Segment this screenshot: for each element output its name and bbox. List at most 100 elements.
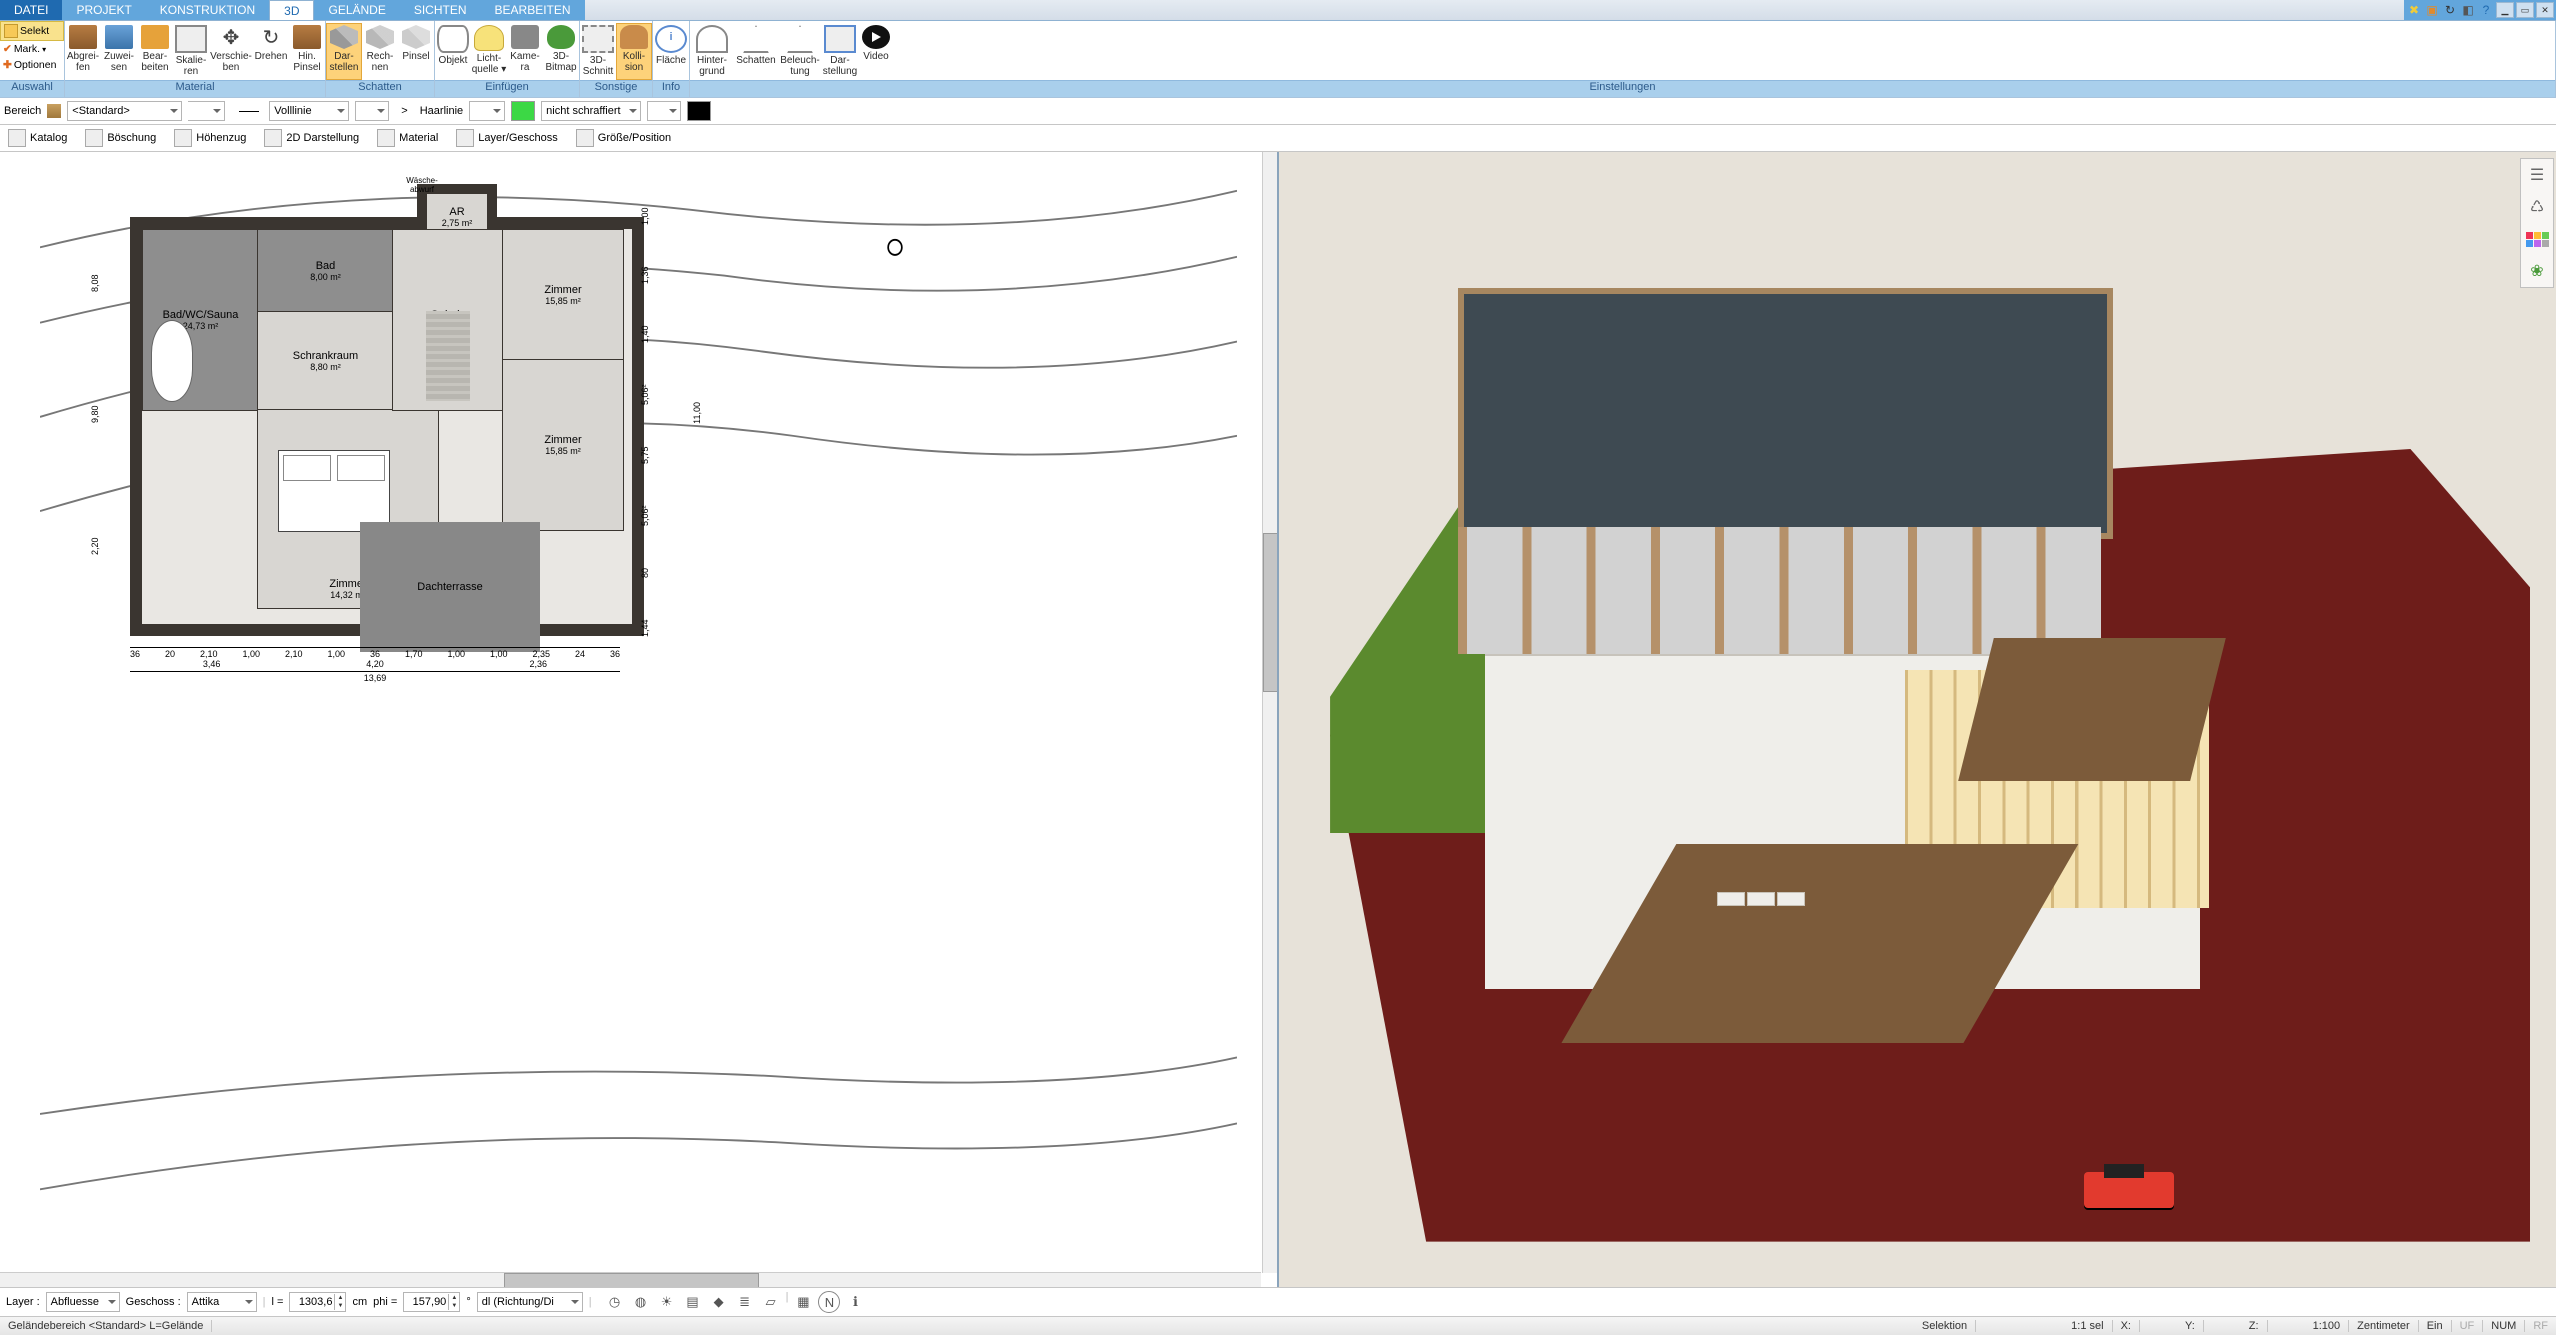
line-color-swatch[interactable]: [511, 101, 535, 121]
btn-groesseposition[interactable]: Größe/Position: [572, 127, 675, 149]
l-label: l =: [272, 1296, 284, 1308]
menu-datei[interactable]: DATEI: [0, 0, 62, 20]
layers2-icon[interactable]: ▤: [682, 1291, 704, 1313]
vscrollbar-2d[interactable]: [1262, 152, 1277, 1273]
phi-unit: °: [466, 1296, 470, 1308]
cmd-darstellung[interactable]: Dar- stellung: [822, 23, 858, 80]
viewport-2d[interactable]: AR2,75 m² Bad/WC/Sauna24,73 m² Bad8,00 m…: [0, 152, 1279, 1287]
house-model: [1458, 288, 2352, 1083]
cmd-kollision[interactable]: Kolli- sion: [616, 23, 652, 80]
screen-icon[interactable]: ▣: [2424, 2, 2440, 18]
btn-layergeschoss[interactable]: Layer/Geschoss: [452, 127, 561, 149]
cmd-zuweisen[interactable]: Zuwei- sen: [101, 23, 137, 80]
grid-icon[interactable]: ▦: [792, 1291, 814, 1313]
sb-selektion: Selektion: [1914, 1320, 1976, 1332]
btn-2ddarstellung[interactable]: 2D Darstellung: [260, 127, 363, 149]
l-input[interactable]: ▲▼: [289, 1292, 346, 1312]
info-icon[interactable]: ℹ: [844, 1291, 866, 1313]
menu-konstruktion[interactable]: KONSTRUKTION: [146, 0, 269, 20]
linestyle-width-dropdown[interactable]: [355, 101, 389, 121]
menu-sichten[interactable]: SICHTEN: [400, 0, 481, 20]
fillstyle-extra-dropdown[interactable]: [647, 101, 681, 121]
sb-scale: 1:100: [2305, 1320, 2350, 1332]
btn-material[interactable]: Material: [373, 127, 442, 149]
phi-input[interactable]: ▲▼: [403, 1292, 460, 1312]
palette-icon[interactable]: [2525, 227, 2549, 251]
btn-boeschung[interactable]: Böschung: [81, 127, 160, 149]
ribbon: Selekt ✔Mark.▾ ✚Optionen Auswahl Abgrei-…: [0, 21, 2556, 98]
line-preview: [239, 111, 259, 112]
menu-projekt[interactable]: PROJEKT: [62, 0, 145, 20]
history-icon[interactable]: ↻: [2442, 2, 2458, 18]
hscrollbar-2d[interactable]: [0, 1272, 1261, 1287]
ribbon-group-sonstige: 3D- Schnitt Kolli- sion Sonstige: [580, 21, 653, 97]
tree-icon[interactable]: ❀: [2525, 259, 2549, 283]
options-button[interactable]: ✚Optionen: [0, 57, 64, 73]
sb-rf: RF: [2525, 1320, 2556, 1332]
sb-y: Y:: [2177, 1320, 2204, 1332]
cmd-abgreifen[interactable]: Abgrei- fen: [65, 23, 101, 80]
cmd-kamera[interactable]: Kame- ra: [507, 23, 543, 80]
cmd-3dbitmap[interactable]: 3D- Bitmap: [543, 23, 579, 80]
help-icon[interactable]: ?: [2478, 2, 2494, 18]
layers-icon[interactable]: ☰: [2525, 163, 2549, 187]
window-minimize[interactable]: ▁: [2496, 2, 2514, 18]
menu-gelaende[interactable]: GELÄNDE: [314, 0, 399, 20]
viewport3d-tools: ☰ ♺ ❀: [2520, 158, 2554, 288]
room-dachterrasse: Dachterrasse: [360, 522, 540, 652]
cmd-skalieren[interactable]: Skalie- ren: [173, 23, 209, 80]
geschoss-label: Geschoss :: [126, 1296, 181, 1308]
mark-button[interactable]: ✔Mark.▾: [0, 41, 64, 57]
sun-icon[interactable]: ☀: [656, 1291, 678, 1313]
select-button[interactable]: Selekt: [0, 21, 64, 41]
cmd-bearbeiten[interactable]: Bear- beiten: [137, 23, 173, 80]
cmd-darstellen[interactable]: Dar- stellen: [326, 23, 362, 80]
ribbon-group-material: Abgrei- fen Zuwei- sen Bear- beiten Skal…: [65, 21, 326, 97]
viewport-3d[interactable]: ☰ ♺ ❀: [1279, 152, 2556, 1287]
menu-bearbeiten[interactable]: BEARBEITEN: [481, 0, 585, 20]
linestyle-dropdown[interactable]: Volllinie: [269, 101, 349, 121]
fillstyle-dropdown[interactable]: nicht schraffiert: [541, 101, 641, 121]
workspace: AR2,75 m² Bad/WC/Sauna24,73 m² Bad8,00 m…: [0, 152, 2556, 1287]
cmd-beleuchtung[interactable]: Beleuch- tung: [778, 23, 822, 80]
cmd-3dschnitt[interactable]: 3D- Schnitt: [580, 23, 616, 80]
bell-icon[interactable]: ◧: [2460, 2, 2476, 18]
btn-hoehenzug[interactable]: Höhenzug: [170, 127, 250, 149]
main-menu-bar: DATEI PROJEKT KONSTRUKTION 3D GELÄNDE SI…: [0, 0, 2556, 21]
haarlinie-dropdown[interactable]: [469, 101, 505, 121]
cmd-hintergrund[interactable]: Hinter- grund: [690, 23, 734, 80]
window-restore[interactable]: ▭: [2516, 2, 2534, 18]
dl-dropdown[interactable]: dl (Richtung/Di: [477, 1292, 583, 1312]
diamond-icon[interactable]: ◆: [708, 1291, 730, 1313]
clock-icon[interactable]: ◷: [604, 1291, 626, 1313]
cmd-lichtquelle[interactable]: Licht- quelle ▾: [471, 23, 507, 80]
cmd-schatten[interactable]: Schatten: [734, 23, 778, 80]
chair-icon[interactable]: ♺: [2525, 195, 2549, 219]
cmd-verschieben[interactable]: ✥Verschie- ben: [209, 23, 253, 80]
cmd-objekt[interactable]: Objekt: [435, 23, 471, 80]
cmd-flaeche[interactable]: iFläche: [653, 23, 689, 80]
bereich-dropdown[interactable]: <Standard>: [67, 101, 182, 121]
cmd-drehen[interactable]: ↻Drehen: [253, 23, 289, 80]
globe-icon[interactable]: ◍: [630, 1291, 652, 1313]
menu-3d[interactable]: 3D: [269, 0, 314, 20]
bereich-picker[interactable]: [188, 101, 225, 121]
cmd-hinpinsel[interactable]: Hin. Pinsel: [289, 23, 325, 80]
cmd-rechnen[interactable]: Rech- nen: [362, 23, 398, 80]
cmd-video[interactable]: Video: [858, 23, 894, 80]
geschoss-dropdown[interactable]: Attika: [187, 1292, 257, 1312]
cmd-schattenpinsel[interactable]: Pinsel: [398, 23, 434, 80]
north-icon[interactable]: N: [818, 1291, 840, 1313]
ribbon-group-auswahl-caption: Auswahl: [0, 80, 64, 97]
tools-icon[interactable]: ✖: [2406, 2, 2422, 18]
window-close[interactable]: ✕: [2536, 2, 2554, 18]
stack-icon[interactable]: ≣: [734, 1291, 756, 1313]
flat-icon[interactable]: ▱: [760, 1291, 782, 1313]
ribbon-group-einfuegen: Objekt Licht- quelle ▾ Kame- ra 3D- Bitm…: [435, 21, 580, 97]
ribbon-group-info: iFläche Info: [653, 21, 690, 97]
layer-dropdown[interactable]: Abfluesse: [46, 1292, 120, 1312]
btn-katalog[interactable]: Katalog: [4, 127, 71, 149]
fill-color-swatch[interactable]: [687, 101, 711, 121]
sb-unit: Zentimeter: [2349, 1320, 2419, 1332]
sb-x: X:: [2113, 1320, 2140, 1332]
